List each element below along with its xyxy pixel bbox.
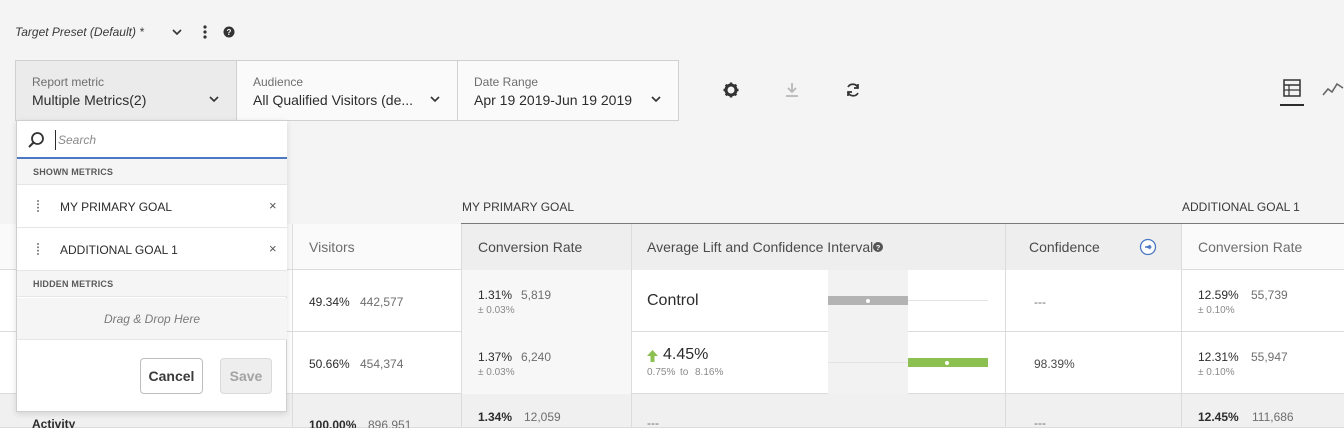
search-icon xyxy=(27,131,45,149)
column-divider xyxy=(1181,224,1182,428)
visitors-count: 896,951 xyxy=(368,418,412,428)
chevron-down-icon xyxy=(429,92,441,104)
shown-metric-item[interactable]: MY PRIMARY GOAL × xyxy=(17,185,287,228)
chevron-down-icon[interactable] xyxy=(170,24,184,40)
confidence-value: --- xyxy=(1034,416,1046,428)
shown-metrics-header: SHOWN METRICS xyxy=(17,159,287,185)
conversion-rate-2-ci: ± 0.10% xyxy=(1198,305,1235,316)
refresh-icon[interactable] xyxy=(843,80,863,100)
conversion-rate-ci: ± 0.03% xyxy=(478,305,515,316)
metric-name: MY PRIMARY GOAL xyxy=(60,200,173,214)
close-icon[interactable]: × xyxy=(269,198,279,213)
arrow-up-icon xyxy=(647,349,658,362)
control-interval-band xyxy=(828,270,908,394)
conversion-rate-percent: 1.34% xyxy=(478,410,513,424)
audience-label: Audience xyxy=(253,75,304,89)
metric-name: ADDITIONAL GOAL 1 xyxy=(60,243,178,257)
conversion-count-2: 111,686 xyxy=(1252,410,1294,424)
conversion-rate-column-header[interactable]: Conversion Rate xyxy=(478,239,582,255)
confidence-value: --- xyxy=(1034,295,1046,309)
table-view-icon[interactable] xyxy=(1280,78,1304,106)
lift-upper-bound: 8.16% xyxy=(695,367,724,378)
cancel-button[interactable]: Cancel xyxy=(140,358,203,394)
control-label: Control xyxy=(647,292,699,309)
help-icon[interactable]: ? xyxy=(222,25,236,39)
conversion-rate-percent: 1.37% xyxy=(478,350,513,364)
lift-range-separator: to xyxy=(680,367,689,378)
conversion-count-2: 55,739 xyxy=(1251,288,1288,302)
collapse-column-icon[interactable] xyxy=(1139,238,1157,256)
lift-lower-bound: 0.75% xyxy=(647,367,676,378)
report-metric-value: Multiple Metrics(2) xyxy=(32,92,147,108)
save-button[interactable]: Save xyxy=(220,358,272,394)
audience-dropdown[interactable]: Audience All Qualified Visitors (de... xyxy=(236,60,458,121)
column-divider xyxy=(292,224,293,428)
chevron-down-icon xyxy=(650,92,662,104)
additional-goal-header: ADDITIONAL GOAL 1 xyxy=(1182,200,1300,214)
control-interval-marker xyxy=(866,299,870,303)
conversion-rate-2-column-header[interactable]: Conversion Rate xyxy=(1198,239,1302,255)
metrics-dropdown-panel: SHOWN METRICS MY PRIMARY GOAL × ADDITION… xyxy=(16,120,287,412)
conversion-count: 12,059 xyxy=(524,410,561,424)
metric-search-box xyxy=(17,121,287,159)
conversion-rate-ci: ± 0.03% xyxy=(478,367,515,378)
activity-label: Activity xyxy=(32,417,76,428)
conversion-count: 5,819 xyxy=(521,288,552,302)
help-icon[interactable]: ? xyxy=(872,240,884,252)
report-metric-label: Report metric xyxy=(32,75,105,89)
svg-text:?: ? xyxy=(876,243,881,252)
gear-icon[interactable] xyxy=(721,80,741,100)
chevron-down-icon xyxy=(208,92,220,104)
visitors-column-header[interactable]: Visitors xyxy=(309,239,355,255)
report-metric-dropdown[interactable]: Report metric Multiple Metrics(2) xyxy=(15,60,237,121)
drag-handle-icon[interactable] xyxy=(35,242,41,256)
preset-title[interactable]: Target Preset (Default) * xyxy=(15,25,144,39)
lift-column-header[interactable]: Average Lift and Confidence Interval xyxy=(647,239,873,255)
download-icon[interactable] xyxy=(782,80,802,100)
visitors-percent: 50.66% xyxy=(309,357,350,371)
conversion-rate-percent: 1.31% xyxy=(478,288,513,302)
close-icon[interactable]: × xyxy=(269,241,279,256)
svg-text:?: ? xyxy=(227,28,232,37)
conversion-count: 6,240 xyxy=(521,350,552,364)
conversion-rate-2-percent: 12.31% xyxy=(1198,350,1239,364)
more-vertical-icon[interactable] xyxy=(200,24,210,40)
confidence-value: 98.39% xyxy=(1034,357,1075,371)
conversion-count-2: 55,947 xyxy=(1251,350,1288,364)
column-divider xyxy=(631,224,632,428)
shown-metric-item[interactable]: ADDITIONAL GOAL 1 × xyxy=(17,228,287,271)
conversion-rate-2-percent: 12.45% xyxy=(1198,410,1239,424)
visitors-percent: 100.00% xyxy=(309,418,357,428)
conversion-rate-2-ci: ± 0.10% xyxy=(1198,367,1235,378)
primary-goal-header: MY PRIMARY GOAL xyxy=(462,200,575,214)
graph-view-icon[interactable] xyxy=(1322,80,1344,100)
date-range-value: Apr 19 2019-Jun 19 2019 xyxy=(474,92,633,108)
date-range-label: Date Range xyxy=(474,75,539,89)
hidden-metrics-header: HIDDEN METRICS xyxy=(17,271,287,297)
column-divider xyxy=(1005,224,1006,428)
search-input[interactable] xyxy=(55,130,275,150)
lift-value: 4.45% xyxy=(663,346,709,363)
conversion-rate-2-percent: 12.59% xyxy=(1198,288,1239,302)
drag-handle-icon[interactable] xyxy=(35,199,41,213)
visitors-percent: 49.34% xyxy=(309,295,350,309)
confidence-column-header[interactable]: Confidence xyxy=(1029,239,1100,255)
visitors-count: 454,374 xyxy=(360,357,404,371)
lift-value: --- xyxy=(647,416,659,428)
audience-value: All Qualified Visitors (de... xyxy=(253,92,414,108)
date-range-dropdown[interactable]: Date Range Apr 19 2019-Jun 19 2019 xyxy=(457,60,679,121)
drop-zone[interactable]: Drag & Drop Here xyxy=(17,298,287,340)
column-divider xyxy=(461,224,462,428)
lift-interval-marker xyxy=(945,361,949,365)
visitors-count: 442,577 xyxy=(360,295,404,309)
